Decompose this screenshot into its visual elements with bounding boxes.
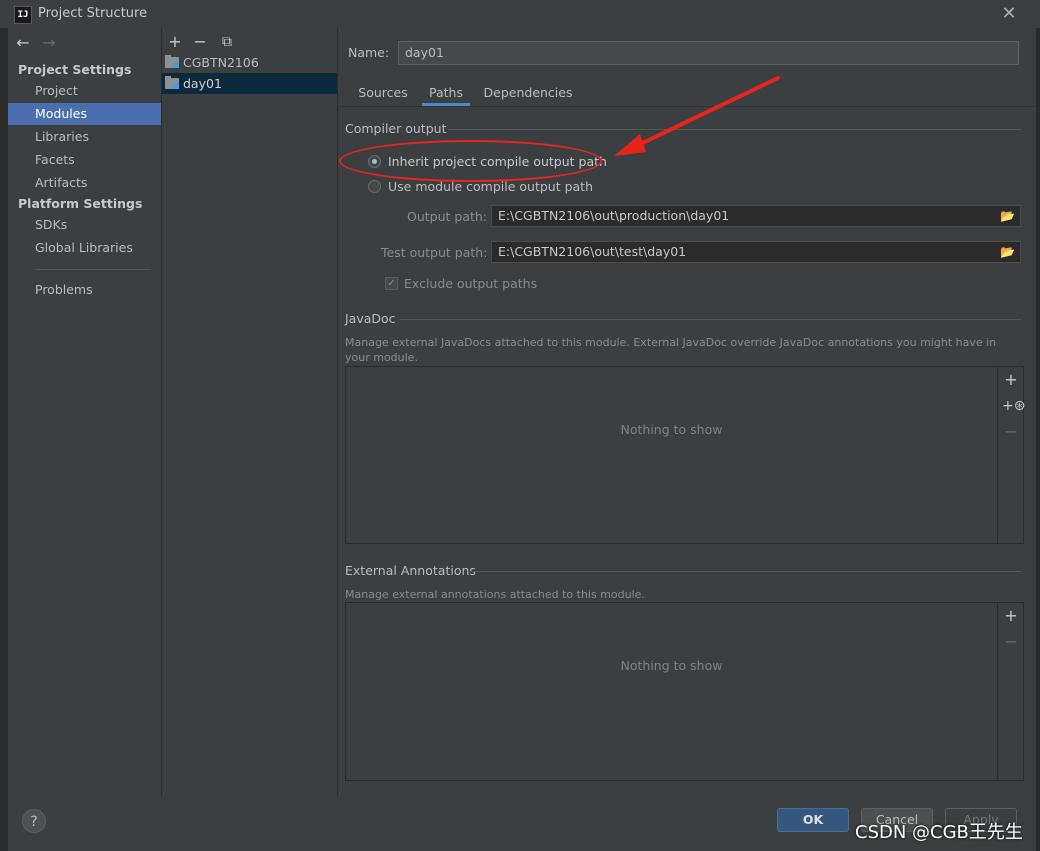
tab-sources[interactable]: Sources: [352, 80, 414, 106]
nav-item-modules[interactable]: Modules: [8, 103, 161, 125]
exclude-output-checkbox[interactable]: ✓: [385, 277, 398, 290]
platform-settings-header: Platform Settings: [18, 196, 143, 211]
project-settings-header: Project Settings: [18, 62, 132, 77]
output-path-field[interactable]: E:\CGBTN2106\out\production\day01 📂: [491, 205, 1021, 227]
javadoc-list[interactable]: Nothing to show + +⊛ −: [345, 366, 1025, 544]
forward-arrow-icon[interactable]: →: [38, 32, 60, 54]
add-icon[interactable]: +: [1002, 607, 1020, 625]
exclude-output-label[interactable]: Exclude output paths: [404, 276, 537, 291]
settings-navigation: ← → Project Settings Project Modules Lib…: [8, 28, 162, 796]
nav-divider: [35, 269, 151, 270]
ok-button[interactable]: OK: [777, 808, 849, 832]
module-folder-icon: [165, 76, 179, 89]
nav-item-problems[interactable]: Problems: [8, 279, 161, 301]
annotation-arrow: [614, 76, 780, 156]
test-output-path-field[interactable]: E:\CGBTN2106\out\test\day01 📂: [491, 241, 1021, 263]
module-item-label: CGBTN2106: [183, 55, 259, 70]
javadoc-empty-text: Nothing to show: [620, 422, 723, 437]
module-folder-icon: [165, 55, 179, 68]
output-path-label: Output path:: [407, 209, 488, 224]
javadoc-toolbar: + +⊛ −: [997, 367, 1025, 543]
external-annotations-empty-text: Nothing to show: [620, 658, 723, 673]
paths-panel: Compiler output Inherit project compile …: [338, 108, 1036, 796]
name-label: Name:: [348, 45, 390, 60]
tab-paths[interactable]: Paths: [422, 80, 470, 106]
folder-browse-icon[interactable]: 📂: [1000, 209, 1016, 223]
folder-browse-icon[interactable]: 📂: [1000, 245, 1016, 259]
remove-icon[interactable]: −: [1002, 423, 1020, 441]
nav-item-global-libraries[interactable]: Global Libraries: [8, 237, 161, 259]
test-output-path-label: Test output path:: [381, 245, 488, 260]
add-url-icon[interactable]: +⊛: [1002, 397, 1025, 415]
group-divider: [400, 319, 1021, 320]
group-divider: [470, 571, 1021, 572]
tab-dependencies[interactable]: Dependencies: [480, 80, 576, 106]
watermark-text: CSDN @CGB王先生: [855, 822, 1023, 843]
compiler-output-title: Compiler output: [345, 121, 447, 136]
external-annotations-title: External Annotations: [345, 563, 476, 578]
nav-item-facets[interactable]: Facets: [8, 149, 161, 171]
back-arrow-icon[interactable]: ←: [12, 32, 34, 54]
add-module-icon[interactable]: +: [164, 31, 186, 53]
nav-item-sdks[interactable]: SDKs: [8, 214, 161, 236]
remove-icon[interactable]: −: [1002, 633, 1020, 651]
title-bar: IJ Project Structure ✕: [0, 0, 1040, 28]
javadoc-title: JavaDoc: [345, 311, 396, 326]
add-icon[interactable]: +: [1002, 371, 1020, 389]
help-button[interactable]: ?: [22, 809, 46, 833]
module-path-radio[interactable]: [368, 180, 381, 193]
close-icon[interactable]: ✕: [998, 3, 1020, 25]
window-title: Project Structure: [38, 6, 148, 21]
nav-item-artifacts[interactable]: Artifacts: [8, 172, 161, 194]
nav-item-project[interactable]: Project: [8, 80, 161, 102]
external-annotations-toolbar: + −: [997, 603, 1023, 780]
output-path-value: E:\CGBTN2106\out\production\day01: [498, 208, 730, 223]
test-output-path-value: E:\CGBTN2106\out\test\day01: [498, 244, 687, 259]
external-annotations-list[interactable]: Nothing to show + −: [345, 602, 1024, 781]
module-item-label: day01: [183, 76, 222, 91]
remove-module-icon[interactable]: −: [189, 31, 211, 53]
intellij-logo-icon: IJ: [14, 6, 32, 24]
modules-panel: + − ⧉ CGBTN2106 day01: [162, 28, 338, 796]
nav-item-libraries[interactable]: Libraries: [8, 126, 161, 148]
module-name-field[interactable]: day01: [398, 41, 1019, 65]
external-annotations-description: Manage external annotations attached to …: [345, 588, 645, 601]
module-item-day01[interactable]: day01: [162, 73, 337, 94]
javadoc-description: Manage external JavaDocs attached to thi…: [345, 336, 997, 364]
module-item-cgbtn2106[interactable]: CGBTN2106: [162, 52, 337, 73]
annotation-highlight-ellipse: [339, 140, 602, 182]
background-edge-right: [1036, 28, 1040, 851]
background-edge-left: [0, 28, 8, 851]
copy-module-icon[interactable]: ⧉: [216, 31, 238, 53]
